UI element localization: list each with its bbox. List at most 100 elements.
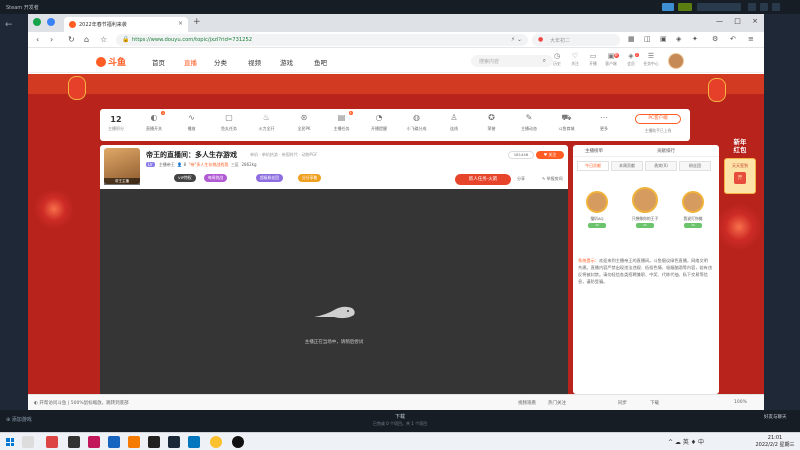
nav-fishbar[interactable]: 鱼吧 [314,57,327,67]
toolbar-item[interactable]: ▢ 鱼丸任务 [215,113,243,132]
forward-icon[interactable]: › [50,35,53,44]
site-search-input[interactable]: 搜索内容 ⌕ [471,55,553,67]
taskbar-steam-icon[interactable] [168,436,180,448]
browser-maximize-icon[interactable]: □ [734,17,741,25]
home-icon[interactable]: ⌂ [84,35,89,44]
rank-item[interactable]: 猫叭AQ 12 [581,191,613,228]
taskbar-chrome-icon[interactable] [210,436,222,448]
back-arrow-icon[interactable]: ← [5,20,13,30]
address-bar[interactable]: 🔒 https://www.douyu.com/topic/jxzl?rid=7… [116,34,528,46]
nav-home[interactable]: 首页 [152,57,165,67]
newbie-task-button[interactable]: 新人任务·火箭 [455,174,511,185]
report-button[interactable]: ✎ 举报房间 [542,176,563,182]
taskbar-app-1-icon[interactable] [46,436,58,448]
promo-box[interactable]: 天天签到 开 [724,158,756,194]
taskbar-clock[interactable]: 21:01 2022/2/2 星期三 [755,435,795,449]
video-player[interactable]: 主播正在当场中，请稍后尝试 [100,189,568,394]
nav-live[interactable]: 直播 [184,57,197,67]
status-video[interactable]: 视频观看 [518,400,536,406]
streamer-chip[interactable]: 每周挑战 [204,174,228,182]
streamer-name[interactable]: 主播帝王 [159,162,175,167]
toolbar-item[interactable]: ✪ 荣誉 [478,113,506,132]
browser-menu-dots-icon[interactable]: ≡ [748,35,754,43]
streamer-chip[interactable]: 超级粉丝团 [256,174,283,182]
toolbar-item[interactable]: ⊛ 全民PK [290,113,318,132]
tab-close-icon[interactable]: × [178,20,183,27]
new-tab-icon[interactable]: + [193,17,201,27]
header-history-button[interactable]: ◷ 历史 [548,52,566,67]
toolbar-item[interactable]: ♨ 火力全开 [253,113,281,132]
browser-tab-active[interactable]: 2022年春节福利来袭 × [64,17,188,32]
site-search-icon[interactable]: ⌕ [543,57,546,65]
steam-close-button[interactable] [772,3,780,11]
subtab-week[interactable]: 本周贡献 [611,161,643,171]
toolbar-item[interactable]: ◔ 开播提醒 [365,113,393,132]
taskbar-app-7-icon[interactable] [188,436,200,448]
tray-icons[interactable]: ^ ☁ 英 ♦ 中 [668,437,704,446]
friends-chat-button[interactable]: 好友与聊天 [764,414,787,420]
steam-account-button[interactable] [697,3,741,11]
tool-icon-4[interactable]: ◈ [676,35,681,43]
reload-icon[interactable]: ↻ [68,35,75,44]
share-button[interactable]: 分享 [517,176,525,182]
rank-item[interactable]: 只想做你的王子 21 [629,187,661,228]
toolbar-item[interactable]: ♙ 连线 [440,113,468,132]
douyu-logo[interactable]: 斗鱼 [96,55,126,68]
browser-minimize-icon[interactable]: — [716,17,723,25]
steam-notify-button[interactable] [662,3,674,11]
taskbar-app-4-icon[interactable] [108,436,120,448]
browser-logo-icon[interactable] [33,18,41,26]
taskbar-app-6-icon[interactable] [148,436,160,448]
nav-category[interactable]: 分类 [214,57,227,67]
undo-icon[interactable]: ↶ [730,35,736,43]
subtab-vip[interactable]: 贵宾(0) [645,161,677,171]
status-download[interactable]: 下载 [650,400,659,406]
tool-icon-3[interactable]: ▣ [660,35,667,43]
browser-close-icon[interactable]: × [752,17,758,25]
taskbar-search-icon[interactable] [22,436,34,448]
tool-icon-2[interactable]: ◫ [644,35,651,43]
toolbar-item[interactable]: ◍ 小飞碟分成 [403,113,431,132]
nav-games[interactable]: 游戏 [280,57,293,67]
downloads-label[interactable]: 下载 [0,413,800,420]
back-icon[interactable]: ‹ [36,35,39,44]
address-url[interactable]: https://www.douyu.com/topic/jxzl?rid=731… [132,37,252,43]
tab-streamer-rank[interactable]: 主播榜单 [585,148,603,154]
status-zoom[interactable]: 100% [734,400,747,405]
toolbar-item[interactable]: ⛟ 斗鱼商城 [553,113,581,132]
rank-item[interactable]: 我说打你佛 11 [677,191,709,228]
header-heart-button[interactable]: ♡ 关注 [566,52,584,67]
tab-contribution-rank[interactable]: 贡献排行 [657,148,675,154]
header-camera-button[interactable]: ▭ 开播 [584,52,602,67]
header-client-button[interactable]: ▣ 客户端新 [602,52,620,67]
user-avatar[interactable] [668,53,684,69]
header-task-button[interactable]: ☰ 任务中心 [642,52,660,67]
toolbar-item[interactable]: ∿ 播放 [178,113,206,132]
taskbar-app-5-icon[interactable] [128,436,140,448]
taskbar-app-2-icon[interactable] [68,436,80,448]
browser-menu-icon[interactable] [46,18,55,26]
subtab-fans[interactable]: 粉丝团 [679,161,711,171]
toolbar-item[interactable]: ◐ 直播开关 1 [140,111,168,132]
steam-friends-button[interactable] [678,3,692,11]
new-year-promo[interactable]: 新年 红包 天天签到 开 [722,138,758,200]
windows-start-icon[interactable] [6,438,14,446]
taskbar-app-8-icon[interactable] [232,436,244,448]
subtab-today[interactable]: 今日贡献 [577,161,609,171]
toolbar-item[interactable]: ⋯ 更多 [590,113,618,132]
status-sync[interactable]: 同步 [618,400,627,406]
steam-maximize-button[interactable] [760,3,768,11]
steam-minimize-button[interactable] [748,3,756,11]
toolbar-item[interactable]: ✎ 主播动态 [515,113,543,132]
nav-video[interactable]: 视频 [248,57,261,67]
address-bar-actions-icon[interactable]: ⚡ ⌄ [511,36,522,43]
extensions-icon[interactable]: ▦ [628,35,635,43]
system-tray[interactable]: ^ ☁ 英 ♦ 中 [668,437,758,447]
follow-button[interactable]: ♥ 关注 [536,151,564,159]
bookmark-star-icon[interactable]: ☆ [100,35,107,44]
browser-search-box[interactable]: ● 大年初二 [532,34,620,46]
room-category[interactable]: 单机 · 单机热游 · 帝国时代 · 动物PGF [250,152,317,158]
settings-gear-icon[interactable]: ⚙ [712,35,718,43]
streamer-chip[interactable]: 分分享着 [298,174,322,182]
status-hotfollow[interactable]: 热门关注 [548,400,566,406]
